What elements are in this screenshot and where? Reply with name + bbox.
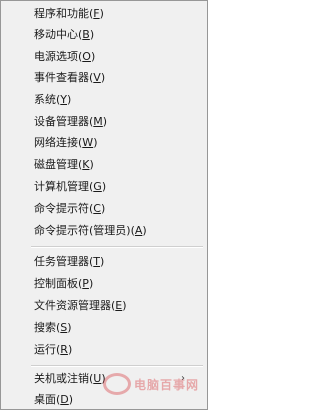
menu-item-control-panel[interactable]: 控制面板(P) xyxy=(34,273,203,294)
menu-item-label: 网络连接 xyxy=(34,136,78,149)
menu-item-label: 程序和功能 xyxy=(34,7,89,20)
menu-item-label: 文件资源管理器 xyxy=(34,299,111,312)
menu-item-device-manager[interactable]: 设备管理器(M) xyxy=(34,111,203,132)
menu-item-accelerator: W xyxy=(82,136,94,149)
menu-item-label: 事件查看器 xyxy=(34,71,89,84)
menu-item-label: 系统 xyxy=(34,93,56,106)
menu-item-accelerator: M xyxy=(93,115,103,128)
menu-item-accelerator: Y xyxy=(60,93,68,106)
menu-item-label: 命令提示符 xyxy=(34,202,89,215)
menu-item-accelerator: P xyxy=(82,277,89,290)
menu-item-mobility-center[interactable]: 移动中心(B) xyxy=(34,24,203,45)
menu-item-power-options[interactable]: 电源选项(O) xyxy=(34,46,203,67)
menu-item-label: 移动中心 xyxy=(34,28,78,41)
menu-item-shutdown-signout[interactable]: 关机或注销(U) › xyxy=(34,368,203,389)
menu-item-programs-features[interactable]: 程序和功能(F) xyxy=(34,3,203,24)
menu-item-label: 运行 xyxy=(34,343,56,356)
menu-item-accelerator: K xyxy=(82,158,90,171)
menu-item-label: 任务管理器 xyxy=(34,255,89,268)
menu-item-accelerator: O xyxy=(82,50,91,63)
menu-item-accelerator: F xyxy=(93,7,100,20)
menu-item-label: 控制面板 xyxy=(34,277,78,290)
menu-item-accelerator: G xyxy=(93,180,102,193)
menu-item-event-viewer[interactable]: 事件查看器(V) xyxy=(34,67,203,88)
menu-item-computer-management[interactable]: 计算机管理(G) xyxy=(34,176,203,197)
menu-item-run[interactable]: 运行(R) xyxy=(34,339,203,360)
menu-item-command-prompt[interactable]: 命令提示符(C) xyxy=(34,198,203,219)
menu-item-task-manager[interactable]: 任务管理器(T) xyxy=(34,251,203,272)
menu-item-label: 桌面 xyxy=(34,393,56,406)
menu-item-label: 磁盘管理 xyxy=(34,158,78,171)
menu-item-disk-management[interactable]: 磁盘管理(K) xyxy=(34,154,203,175)
menu-item-accelerator: T xyxy=(93,255,101,268)
menu-item-system[interactable]: 系统(Y) xyxy=(34,89,203,110)
winx-context-menu: 程序和功能(F) 移动中心(B) 电源选项(O) 事件查看器(V) 系统(Y) … xyxy=(0,0,208,410)
menu-item-accelerator: C xyxy=(93,202,101,215)
menu-item-desktop[interactable]: 桌面(D) xyxy=(34,389,203,410)
menu-item-label: 计算机管理 xyxy=(34,180,89,193)
menu-item-command-prompt-admin[interactable]: 命令提示符(管理员)(A) xyxy=(34,220,203,241)
menu-item-search[interactable]: 搜索(S) xyxy=(34,317,203,338)
menu-item-accelerator: R xyxy=(60,343,68,356)
menu-item-label: 关机或注销 xyxy=(34,372,89,385)
menu-separator xyxy=(31,365,203,367)
menu-item-label: 搜索 xyxy=(34,321,56,334)
menu-item-accelerator: U xyxy=(93,372,102,385)
menu-item-accelerator: D xyxy=(60,393,69,406)
menu-separator xyxy=(31,246,203,248)
menu-item-accelerator: V xyxy=(93,71,101,84)
menu-item-accelerator: S xyxy=(60,321,68,334)
menu-item-accelerator: B xyxy=(82,28,90,41)
menu-item-file-explorer[interactable]: 文件资源管理器(E) xyxy=(34,295,203,316)
menu-item-accelerator: E xyxy=(115,299,123,312)
menu-item-label: 电源选项 xyxy=(34,50,78,63)
menu-item-accelerator: A xyxy=(134,224,143,237)
menu-item-label: 命令提示符(管理员) xyxy=(34,224,131,237)
menu-item-network-connections[interactable]: 网络连接(W) xyxy=(34,132,203,153)
chevron-right-icon: › xyxy=(181,373,185,384)
menu-item-label: 设备管理器 xyxy=(34,115,89,128)
